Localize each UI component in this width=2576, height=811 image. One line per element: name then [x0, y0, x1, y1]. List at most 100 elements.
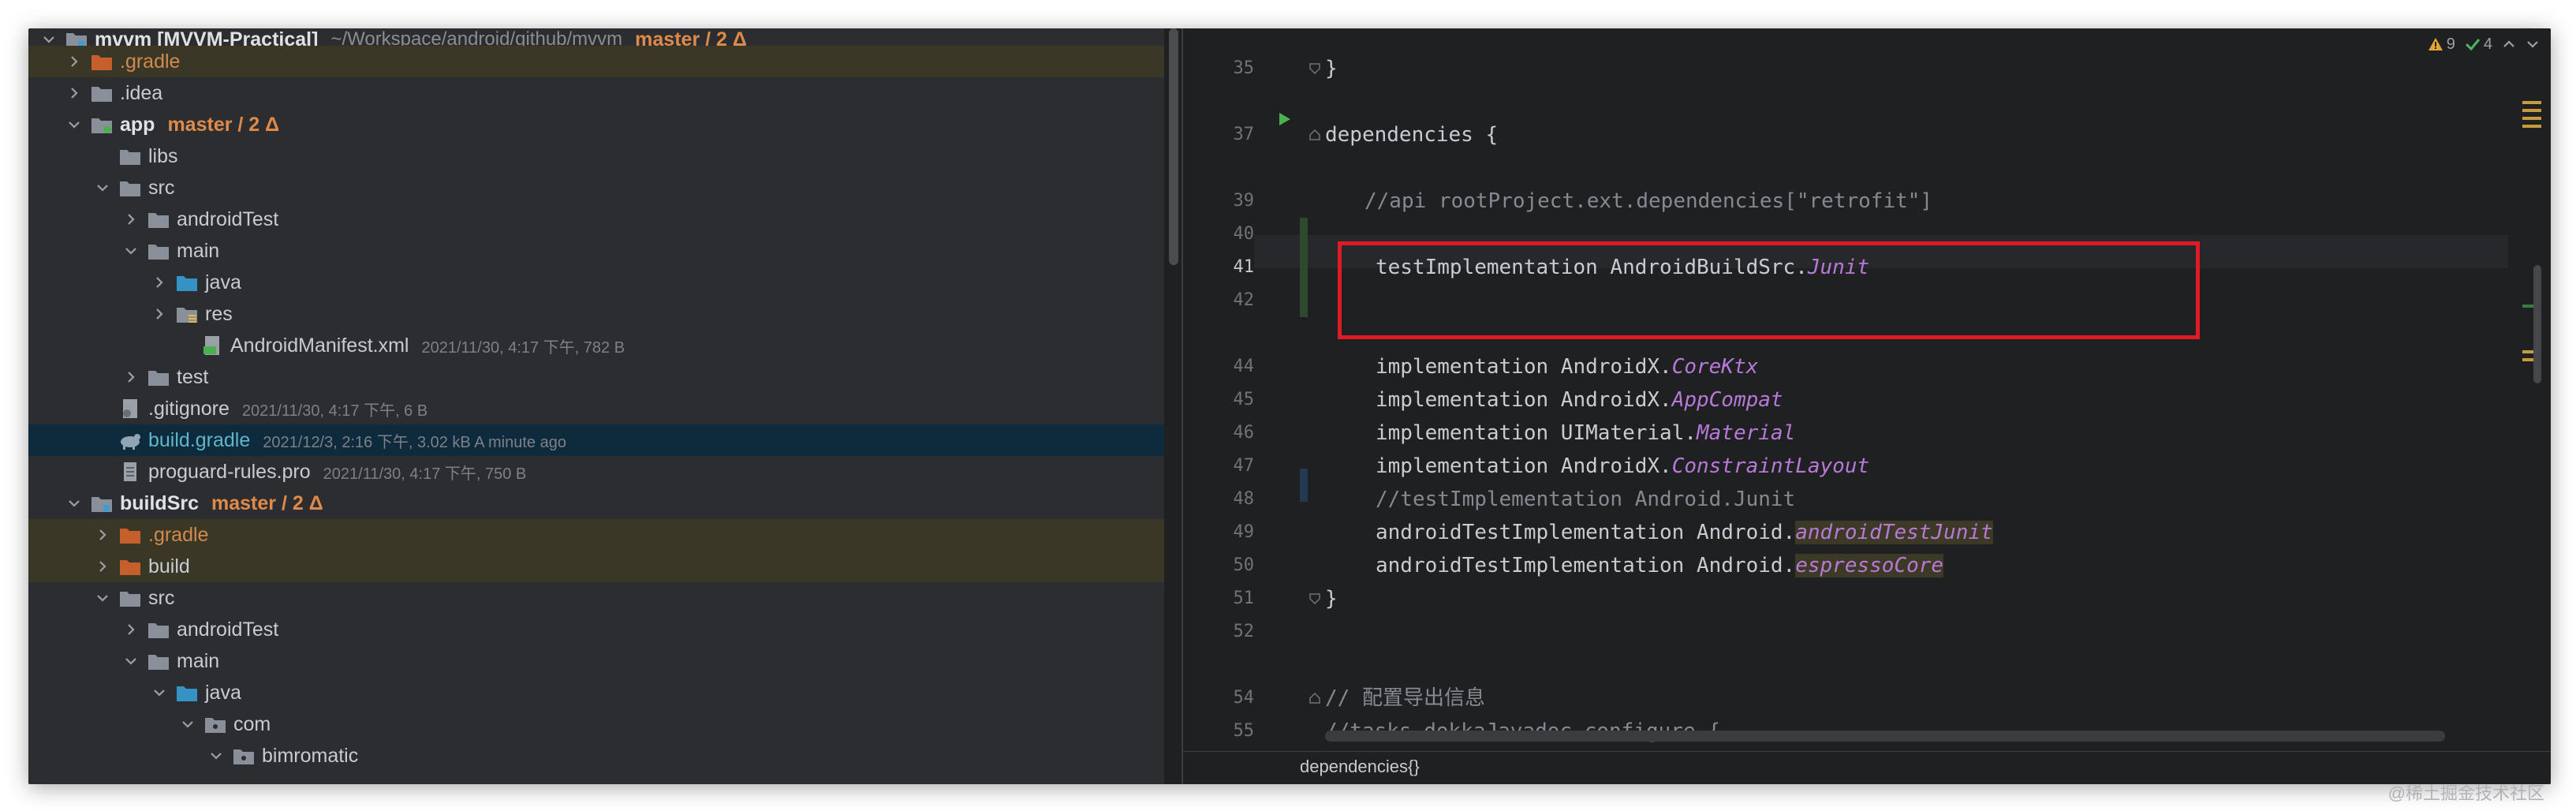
line-number: 39 [1233, 191, 1255, 211]
line-number: 40 [1233, 224, 1255, 244]
project-scrollbar[interactable] [1169, 28, 1178, 265]
error-stripe-mark[interactable] [2522, 117, 2541, 120]
tree-row-java[interactable]: java [28, 267, 1164, 298]
tree-row-gradle[interactable]: .gradle [28, 519, 1164, 551]
check-icon [2465, 39, 2481, 51]
excluded-folder-icon [90, 51, 114, 72]
tree-row-main[interactable]: main [28, 645, 1164, 677]
chevron-down-icon[interactable] [93, 589, 112, 607]
tree-row-androidtest[interactable]: androidTest [28, 614, 1164, 645]
code-line-46: implementation UIMaterial.Material [1376, 417, 1795, 450]
line-number: 37 [1233, 125, 1255, 144]
code-token-property: Material [1697, 421, 1796, 445]
line-number: 51 [1233, 589, 1255, 608]
chevron-right-icon[interactable] [65, 84, 84, 103]
file-meta-info: 2021/11/30, 4:17 下午, 6 B [241, 402, 428, 420]
vcs-added-marker[interactable] [1300, 218, 1308, 317]
text-file-icon [118, 462, 142, 482]
chevron-down-icon[interactable] [93, 178, 112, 197]
breadcrumb-item[interactable]: dependencies{} [1300, 757, 1420, 777]
chevron-down-icon[interactable] [65, 494, 84, 513]
code-token: implementation AndroidX. [1376, 388, 1672, 412]
chevron-right-icon[interactable] [121, 210, 140, 229]
fold-end-icon[interactable] [1309, 63, 1320, 74]
tree-row-build-gradle[interactable]: build.gradle 2021/12/3, 2:16 下午, 3.02 kB… [28, 424, 1164, 456]
tree-item-label: AndroidManifest.xml [230, 334, 409, 357]
line-number: 35 [1233, 58, 1255, 78]
error-stripe-mark[interactable] [2522, 125, 2541, 128]
tree-item-label: proguard-rules.pro [148, 460, 311, 483]
tree-row-bimromatic[interactable]: bimromatic [28, 740, 1164, 772]
chevron-down-icon[interactable] [121, 652, 140, 671]
code-line-54: // 配置导出信息 [1325, 686, 1485, 710]
warnings-indicator[interactable]: 9 [2428, 36, 2455, 54]
fold-start-icon[interactable] [1309, 693, 1320, 704]
code-line-39: //api rootProject.ext.dependencies["retr… [1365, 189, 1933, 213]
tree-row-res[interactable]: res [28, 298, 1164, 330]
code-token-property: AppCompat [1671, 388, 1783, 412]
tree-row-src[interactable]: src [28, 582, 1164, 614]
weak-warnings-indicator[interactable]: 4 [2465, 36, 2492, 54]
chevron-down-icon[interactable] [65, 115, 84, 134]
next-highlight-button[interactable] [2526, 37, 2540, 51]
line-number-current: 41 [1233, 257, 1255, 277]
chevron-right-icon[interactable] [93, 557, 112, 576]
code-line-51: } [1325, 587, 1338, 611]
tree-row-com[interactable]: com [28, 708, 1164, 740]
chevron-down-icon[interactable] [178, 715, 197, 734]
tree-row-java[interactable]: java [28, 677, 1164, 708]
chevron-right-icon[interactable] [65, 52, 84, 71]
code-token-property: CoreKtx [1671, 355, 1759, 379]
package-icon [232, 746, 256, 766]
chevron-right-icon[interactable] [150, 305, 169, 323]
error-stripe-mark[interactable] [2522, 109, 2541, 112]
tree-item-label: buildSrc [120, 491, 200, 514]
run-icon[interactable] [1278, 111, 1292, 131]
vcs-modified-marker[interactable] [1300, 469, 1308, 502]
tree-row-src[interactable]: src [28, 172, 1164, 204]
chevron-down-icon[interactable] [121, 241, 140, 260]
folder-icon [147, 241, 170, 261]
horizontal-scrollbar[interactable] [1325, 731, 2445, 742]
tree-row-gradle[interactable]: .gradle [28, 46, 1164, 77]
tree-row-idea[interactable]: .idea [28, 77, 1164, 109]
tree-row-libs[interactable]: libs [28, 140, 1164, 172]
editor-scrollbar[interactable] [2533, 265, 2541, 383]
tree-row-build[interactable]: build [28, 551, 1164, 582]
tree-item-label: app [120, 113, 155, 136]
chevron-right-icon[interactable] [121, 620, 140, 639]
tree-item-label: java [205, 681, 241, 704]
project-tool-window: mvvm [MVVM-Practical] ~/Workspace/androi… [28, 28, 1164, 784]
line-number: 50 [1233, 555, 1255, 575]
tree-row-main[interactable]: main [28, 235, 1164, 267]
fold-start-icon[interactable] [1309, 129, 1320, 140]
folder-icon [118, 146, 142, 166]
folder-icon [118, 588, 142, 608]
inspection-widget[interactable]: 9 4 [2428, 30, 2540, 58]
tree-row-app[interactable]: app master / 2 Δ [28, 109, 1164, 140]
vcs-branch-label: master / 2 Δ [167, 113, 280, 136]
excluded-folder-icon [118, 556, 142, 577]
tree-row-gitignore[interactable]: .gitignore 2021/11/30, 4:17 下午, 6 B [28, 393, 1164, 424]
line-number: 44 [1233, 357, 1255, 376]
tree-row-proguard[interactable]: proguard-rules.pro 2021/11/30, 4:17 下午, … [28, 456, 1164, 488]
fold-end-icon[interactable] [1309, 593, 1320, 604]
error-stripe-mark[interactable] [2522, 101, 2541, 104]
code-line-49: androidTestImplementation Android.androi… [1376, 516, 1993, 549]
chevron-right-icon[interactable] [150, 273, 169, 292]
chevron-down-icon [2527, 41, 2538, 48]
chevron-down-icon[interactable] [150, 683, 169, 702]
chevron-right-icon[interactable] [93, 525, 112, 544]
tree-row-androidtest[interactable]: androidTest [28, 204, 1164, 235]
tree-row-androidmanifest[interactable]: AndroidManifest.xml 2021/11/30, 4:17 下午,… [28, 330, 1164, 361]
line-number: 48 [1233, 489, 1255, 509]
chevron-right-icon[interactable] [121, 368, 140, 387]
warnings-count: 9 [2446, 35, 2455, 53]
tree-item-label: .idea [120, 81, 163, 104]
tree-row-test[interactable]: test [28, 361, 1164, 393]
tree-row-buildsrc[interactable]: buildSrc master / 2 Δ [28, 488, 1164, 519]
code-editor[interactable]: 9 4 35 37 39 40 41 42 44 45 46 47 48 49 … [1183, 28, 2551, 784]
module-folder-icon [90, 114, 114, 135]
chevron-down-icon[interactable] [207, 746, 226, 765]
previous-highlight-button[interactable] [2502, 37, 2516, 51]
